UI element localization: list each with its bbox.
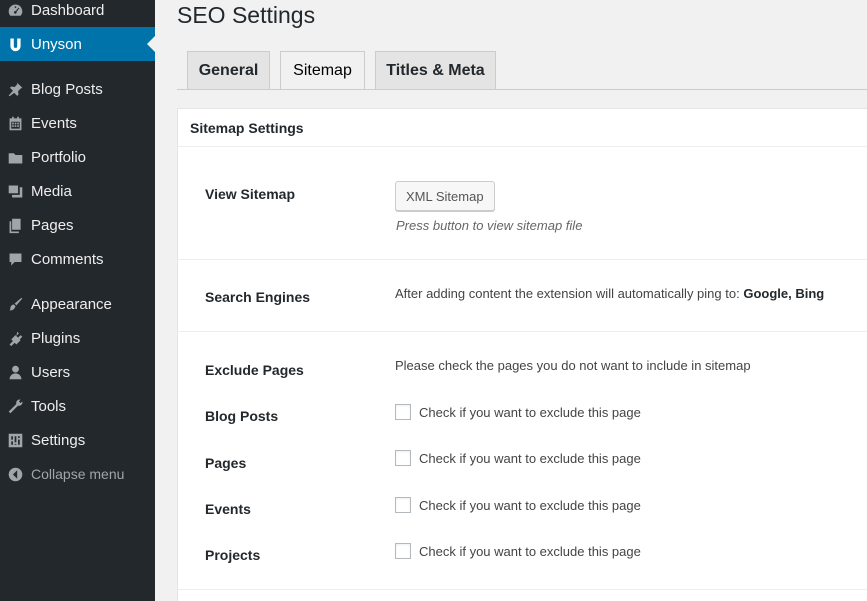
pin-icon — [0, 81, 31, 98]
sidebar-item-label: Appearance — [31, 295, 112, 313]
comment-icon — [0, 251, 31, 268]
pages-icon — [0, 217, 31, 234]
view-sitemap-description: Press button to view sitemap file — [396, 218, 583, 233]
sidebar-item-unyson[interactable]: Unyson — [0, 27, 155, 61]
search-engines-text: After adding content the extension will … — [395, 286, 824, 301]
search-engines-label: Search Engines — [205, 289, 311, 305]
page-title: SEO Settings — [177, 2, 316, 28]
brush-icon — [0, 296, 31, 313]
folder-icon — [0, 149, 31, 166]
search-engines-list: Google, Bing — [743, 286, 825, 301]
sidebar-item-settings[interactable]: Settings — [0, 423, 155, 457]
view-sitemap-label: View Sitemap — [205, 186, 296, 202]
checkbox[interactable] — [395, 450, 411, 466]
sidebar-item-plugins[interactable]: Plugins — [0, 321, 155, 355]
checkbox[interactable] — [395, 404, 411, 420]
exclude-blog-posts-checkbox[interactable]: Check if you want to exclude this page — [395, 404, 641, 420]
tab-sitemap[interactable]: Sitemap — [280, 51, 365, 90]
collapse-menu-button[interactable]: Collapse menu — [0, 457, 155, 491]
sidebar-item-portfolio[interactable]: Portfolio — [0, 140, 155, 174]
exclude-pages-checkbox[interactable]: Check if you want to exclude this page — [395, 450, 641, 466]
tabs-divider — [177, 89, 867, 90]
admin-sidebar: Dashboard Unyson Blog Posts Events Portf… — [0, 0, 155, 601]
sidebar-item-tools[interactable]: Tools — [0, 389, 155, 423]
checkbox[interactable] — [395, 497, 411, 513]
search-engines-description: After adding content the extension will … — [395, 286, 740, 301]
sidebar-item-label: Users — [31, 363, 71, 381]
exclude-row-label: Blog Posts — [205, 408, 279, 424]
tab-general[interactable]: General — [187, 51, 270, 89]
exclude-events-checkbox[interactable]: Check if you want to exclude this page — [395, 497, 641, 513]
panel-title: Sitemap Settings — [178, 109, 867, 147]
exclude-row-label: Events — [205, 501, 251, 517]
checkbox-label: Check if you want to exclude this page — [419, 450, 641, 466]
section-divider — [178, 259, 867, 260]
sidebar-item-label: Media — [31, 182, 72, 200]
exclude-pages-text: Please check the pages you do not want t… — [395, 358, 751, 373]
collapse-icon — [0, 466, 31, 483]
checkbox-label: Check if you want to exclude this page — [419, 543, 641, 559]
exclude-row-label: Projects — [205, 547, 261, 563]
sidebar-item-label: Collapse menu — [31, 466, 125, 482]
sidebar-item-comments[interactable]: Comments — [0, 242, 155, 276]
settings-icon — [0, 432, 31, 449]
section-divider — [178, 331, 867, 332]
checkbox[interactable] — [395, 543, 411, 559]
calendar-icon — [0, 115, 31, 132]
unyson-icon — [0, 36, 31, 53]
sidebar-item-label: Blog Posts — [31, 80, 103, 98]
xml-sitemap-button[interactable]: XML Sitemap — [395, 181, 495, 211]
sidebar-item-label: Events — [31, 114, 77, 132]
tab-titles-meta[interactable]: Titles & Meta — [375, 51, 496, 89]
sidebar-item-label: Tools — [31, 397, 67, 415]
sidebar-item-appearance[interactable]: Appearance — [0, 287, 155, 321]
sidebar-item-label: Unyson — [31, 35, 82, 53]
sidebar-item-media[interactable]: Media — [0, 174, 155, 208]
sidebar-item-events[interactable]: Events — [0, 106, 155, 140]
exclude-pages-label: Exclude Pages — [205, 362, 304, 378]
sidebar-item-label: Plugins — [31, 329, 81, 347]
sidebar-item-label: Comments — [31, 250, 104, 268]
plugin-icon — [0, 330, 31, 347]
sidebar-item-blog-posts[interactable]: Blog Posts — [0, 72, 155, 106]
sidebar-item-dashboard[interactable]: Dashboard — [0, 0, 155, 27]
dashboard-icon — [0, 2, 31, 19]
checkbox-label: Check if you want to exclude this page — [419, 404, 641, 420]
sidebar-item-pages[interactable]: Pages — [0, 208, 155, 242]
wrench-icon — [0, 398, 31, 415]
sidebar-item-users[interactable]: Users — [0, 355, 155, 389]
sidebar-item-label: Settings — [31, 431, 86, 449]
sidebar-item-label: Portfolio — [31, 148, 87, 166]
sidebar-item-label: Dashboard — [31, 1, 105, 19]
media-icon — [0, 183, 31, 200]
user-icon — [0, 364, 31, 381]
sidebar-item-label: Pages — [31, 216, 74, 234]
checkbox-label: Check if you want to exclude this page — [419, 497, 641, 513]
exclude-row-label: Pages — [205, 455, 247, 471]
exclude-projects-checkbox[interactable]: Check if you want to exclude this page — [395, 543, 641, 559]
sitemap-settings-panel: Sitemap Settings View Sitemap XML Sitema… — [177, 108, 867, 601]
section-divider — [178, 589, 867, 590]
